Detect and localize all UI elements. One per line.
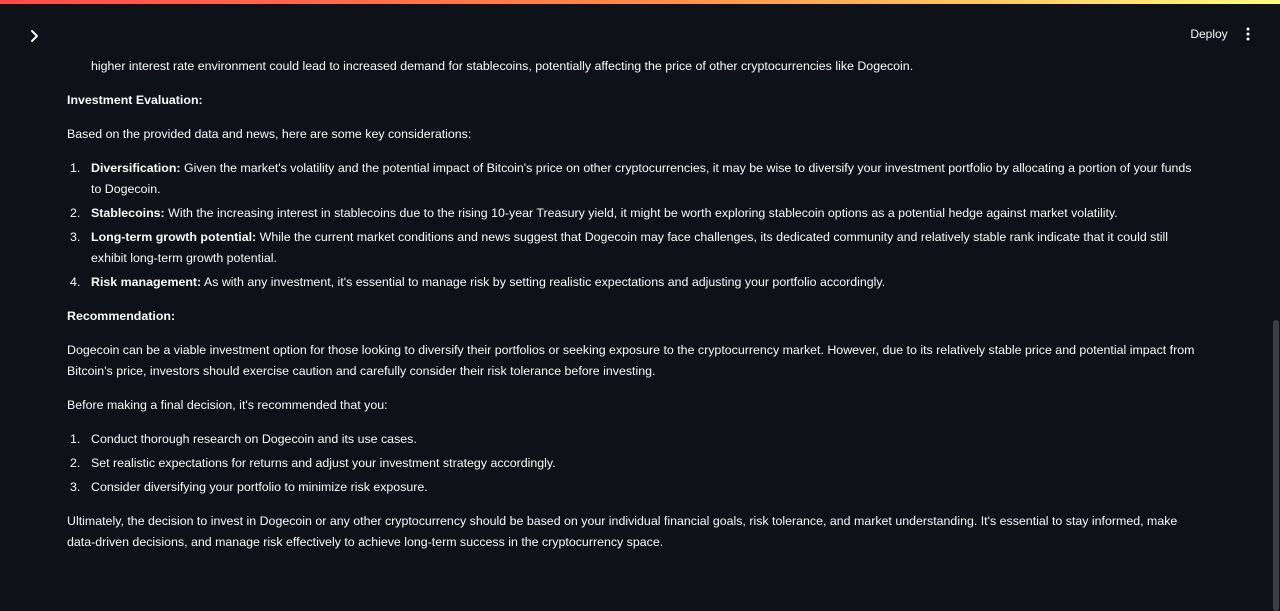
list-item-label: Diversification: (91, 161, 181, 175)
investment-evaluation-heading: Investment Evaluation: (67, 93, 203, 107)
conclusion-text: Ultimately, the decision to invest in Do… (67, 514, 1178, 549)
list-item-text: Given the market's volatility and the po… (91, 161, 1192, 196)
list-number: 4. (70, 275, 81, 289)
list-item-text: With the increasing interest in stableco… (164, 206, 1118, 220)
continued-list-line: higher interest rate environment could l… (91, 59, 914, 73)
list-item: 2. Stablecoins: With the increasing inte… (67, 203, 1202, 224)
considerations-list: 1. Diversification: Given the market's v… (67, 158, 1202, 293)
list-number: 3. (70, 480, 81, 494)
deploy-button[interactable]: Deploy (1182, 23, 1236, 45)
list-item-text: Set realistic expectations for returns a… (91, 456, 556, 470)
main-menu-button[interactable] (1240, 24, 1256, 44)
scrollbar-thumb[interactable] (1273, 320, 1279, 611)
steps-list: 1. Conduct thorough research on Dogecoin… (67, 429, 1202, 498)
recommendation-text: Dogecoin can be a viable investment opti… (67, 343, 1195, 378)
list-item-label: Stablecoins: (91, 206, 165, 220)
chat-response-content: higher interest rate environment could l… (67, 56, 1202, 553)
list-number: 1. (70, 432, 81, 446)
list-item: 4. Risk management: As with any investme… (67, 272, 1202, 293)
list-item: 1. Diversification: Given the market's v… (67, 158, 1202, 200)
chevron-right-icon (31, 30, 38, 42)
list-number: 2. (70, 206, 81, 220)
list-item: 3. Consider diversifying your portfolio … (67, 477, 1202, 498)
list-number: 3. (70, 230, 81, 244)
list-number: 1. (70, 161, 81, 175)
top-decoration-bar (0, 0, 1280, 4)
list-item: 1. Conduct thorough research on Dogecoin… (67, 429, 1202, 450)
vertical-dots-icon (1246, 27, 1250, 41)
list-item-label: Risk management: (91, 275, 202, 289)
list-item-label: Long-term growth potential: (91, 230, 257, 244)
before-decision-text: Before making a final decision, it's rec… (67, 398, 388, 412)
list-item-text: Conduct thorough research on Dogecoin an… (91, 432, 417, 446)
investment-intro-text: Based on the provided data and news, her… (67, 127, 472, 141)
recommendation-heading: Recommendation: (67, 309, 176, 323)
list-item: 3. Long-term growth potential: While the… (67, 227, 1202, 269)
sidebar-toggle-button[interactable] (25, 26, 45, 46)
list-item: 2. Set realistic expectations for return… (67, 453, 1202, 474)
list-item-text: Consider diversifying your portfolio to … (91, 480, 428, 494)
list-item-text: As with any investment, it's essential t… (201, 275, 886, 289)
list-number: 2. (70, 456, 81, 470)
